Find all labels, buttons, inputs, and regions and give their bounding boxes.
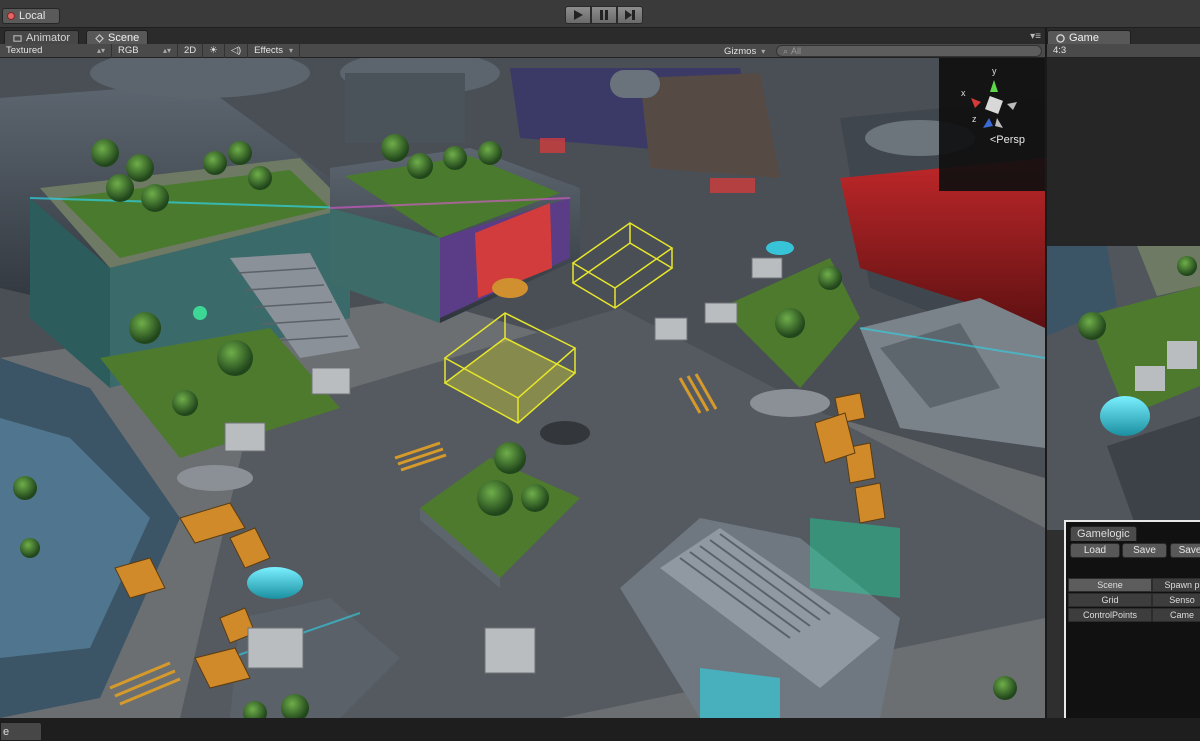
- grid-cell-scene[interactable]: Scene: [1068, 578, 1152, 592]
- bottom-tab-label: e: [3, 725, 10, 738]
- main-toolbar: Local: [0, 0, 1200, 28]
- grid-cell-camera[interactable]: Came: [1152, 608, 1200, 622]
- dropdown-arrow-icon: ▴▾: [96, 46, 105, 55]
- scene-render: [0, 58, 1045, 718]
- axis-x-label: x: [961, 88, 966, 98]
- aspect-dropdown[interactable]: 4:3: [1047, 44, 1200, 58]
- save-label: Save: [1133, 545, 1156, 556]
- grid-cell-controlpoints[interactable]: ControlPoints: [1068, 608, 1152, 622]
- cell-label: Grid: [1101, 595, 1119, 605]
- dropdown-arrow-icon: ▾: [289, 46, 294, 55]
- cell-label: Spawn p: [1164, 580, 1200, 590]
- gamelogic-window: Gamelogic Load Save Save Scene Spawn p G…: [1064, 520, 1200, 741]
- aspect-value: 4:3: [1053, 45, 1067, 56]
- grid-cell-spawn[interactable]: Spawn p: [1152, 578, 1200, 592]
- step-icon: [625, 10, 635, 20]
- search-icon: ⌕: [783, 45, 789, 56]
- panel-menu-icon[interactable]: ▾≡: [1030, 31, 1041, 42]
- axis-y-label: y: [992, 66, 997, 76]
- step-button[interactable]: [617, 6, 643, 24]
- game-icon: [1056, 33, 1065, 43]
- axis-gizmo-icon: [971, 80, 1017, 128]
- dropdown-arrow-icon: ▾: [761, 46, 766, 56]
- scene-toolbar: Textured ▴▾ RGB ▴▾ 2D ☀ ◁) Effects ▾ Giz…: [0, 43, 1045, 58]
- lighting-toggle-button[interactable]: ☀: [203, 43, 225, 58]
- axis-z-label: z: [972, 114, 977, 124]
- projection-toggle[interactable]: <Persp: [990, 134, 1025, 146]
- shading-dropdown[interactable]: Textured ▴▾: [0, 43, 112, 58]
- load-button[interactable]: Load: [1070, 543, 1120, 558]
- toggle-2d-button[interactable]: 2D: [178, 43, 204, 58]
- render-mode-dropdown[interactable]: RGB ▴▾: [112, 43, 178, 58]
- shading-value: Textured: [6, 45, 43, 56]
- scene-tab-strip: Animator Scene ▾≡: [0, 28, 1045, 45]
- scene-search-input[interactable]: ⌕ All: [776, 45, 1042, 57]
- load-label: Load: [1083, 545, 1107, 556]
- scene-icon: [95, 33, 104, 43]
- save-as-button[interactable]: Save: [1170, 543, 1200, 558]
- play-icon: [574, 10, 583, 20]
- bottom-panel: e: [0, 718, 1200, 741]
- gamelogic-title: Gamelogic: [1077, 528, 1130, 540]
- gamelogic-tab[interactable]: Gamelogic: [1070, 526, 1137, 541]
- render-mode-value: RGB: [118, 45, 139, 56]
- save-button[interactable]: Save: [1122, 543, 1167, 558]
- game-render: [1047, 246, 1200, 530]
- tab-label: Game: [1069, 32, 1099, 44]
- effects-dropdown[interactable]: Effects ▾: [248, 43, 301, 58]
- search-placeholder: All: [791, 46, 802, 56]
- cell-label: Scene: [1097, 580, 1123, 590]
- scene-viewport[interactable]: y x z <Persp: [0, 58, 1045, 718]
- tab-game[interactable]: Game: [1047, 30, 1131, 45]
- cell-label: Senso: [1169, 595, 1195, 605]
- bottom-tab[interactable]: e: [0, 722, 42, 741]
- cell-label: ControlPoints: [1082, 610, 1138, 620]
- sun-icon: ☀: [209, 45, 218, 56]
- local-button[interactable]: Local: [2, 8, 60, 24]
- tab-label: Animator: [26, 32, 71, 44]
- effects-label: Effects: [254, 45, 284, 56]
- save-label: Save: [1178, 545, 1200, 556]
- play-button[interactable]: [565, 6, 591, 24]
- grid-cell-grid[interactable]: Grid: [1068, 593, 1152, 607]
- tab-label: Scene: [108, 32, 140, 44]
- gizmos-dropdown[interactable]: Gizmos ▾: [724, 44, 765, 58]
- game-tab-strip: Game: [1047, 28, 1200, 45]
- projection-label: Persp: [996, 134, 1025, 146]
- pause-button[interactable]: [591, 6, 617, 24]
- orientation-gizmo[interactable]: y x z: [939, 58, 1045, 191]
- cell-label: Came: [1169, 610, 1194, 620]
- gizmos-label: Gizmos: [724, 45, 757, 57]
- audio-toggle-button[interactable]: ◁): [225, 43, 249, 58]
- dropdown-arrow-icon: ▴▾: [162, 46, 171, 55]
- toggle-2d-label: 2D: [184, 45, 197, 56]
- pause-icon: [600, 10, 608, 20]
- pivot-icon: [7, 12, 15, 20]
- game-letterbox-top: [1047, 58, 1200, 246]
- grid-cell-sensor[interactable]: Senso: [1152, 593, 1200, 607]
- speaker-icon: ◁): [230, 45, 242, 56]
- animator-icon: [13, 34, 22, 42]
- playback-controls: [565, 6, 643, 24]
- local-label: Local: [19, 10, 46, 22]
